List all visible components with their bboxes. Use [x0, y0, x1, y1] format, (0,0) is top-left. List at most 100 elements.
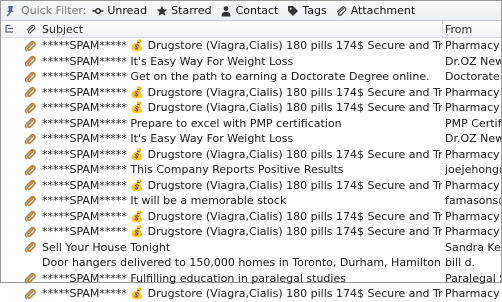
message-from: Pharmacy — [445, 39, 500, 53]
message-subject: *****SPAM***** 💰 Drugstore (Viagra,Ciali… — [42, 101, 442, 115]
filter-contact-label: Contact — [235, 4, 279, 17]
message-from: Pharmacy — [445, 178, 500, 192]
attachment-cell — [18, 102, 42, 114]
filter-starred-label: Starred — [171, 4, 212, 17]
message-from: Sandra Kerry — [445, 240, 501, 254]
attachment-icon — [24, 118, 36, 129]
attachment-cell — [18, 133, 42, 145]
message-row[interactable]: *****SPAM***** Get on the path to earnin… — [1, 69, 501, 85]
message-from: famasons@bi — [445, 194, 501, 208]
from-column-header[interactable]: From — [442, 21, 501, 37]
attachment-cell — [18, 226, 42, 238]
filter-unread-label: Unread — [107, 4, 148, 17]
message-subject: *****SPAM***** 💰 Drugstore (Viagra,Ciali… — [42, 147, 442, 161]
attachment-cell — [18, 148, 42, 160]
message-subject: *****SPAM***** 💰 Drugstore (Viagra,Ciali… — [42, 287, 442, 301]
attachment-cell — [18, 40, 42, 52]
attachment-icon — [24, 180, 36, 191]
thread-icon — [4, 24, 13, 33]
message-row[interactable]: *****SPAM***** It's Easy Way For Weight … — [1, 54, 501, 70]
message-subject: *****SPAM***** It will be a memorable st… — [42, 194, 287, 208]
message-row[interactable]: *****SPAM***** 💰 Drugstore (Viagra,Ciali… — [1, 147, 501, 163]
message-row[interactable]: *****SPAM***** 💰 Drugstore (Viagra,Ciali… — [1, 85, 501, 101]
tag-icon — [286, 4, 299, 17]
message-subject: *****SPAM***** 💰 Drugstore (Viagra,Ciali… — [42, 39, 442, 53]
message-row[interactable]: *****SPAM***** It's Easy Way For Weight … — [1, 131, 501, 147]
filter-contact-button[interactable]: Contact — [220, 4, 279, 17]
message-row[interactable]: *****SPAM***** 💰 Drugstore (Viagra,Ciali… — [1, 38, 501, 54]
message-row[interactable]: *****SPAM***** 💰 Drugstore (Viagra,Ciali… — [1, 100, 501, 116]
unread-icon — [91, 4, 104, 17]
message-subject: *****SPAM***** Prepare to excel with PMP… — [42, 116, 342, 130]
message-row[interactable]: Door hangers delivered to 150,000 homes … — [1, 255, 501, 271]
attachment-cell — [18, 210, 42, 222]
attachment-icon — [24, 102, 36, 114]
attachment-cell — [18, 71, 42, 83]
attachment-cell — [18, 179, 42, 191]
message-from: Pharmacy — [445, 225, 500, 239]
filter-tags-button[interactable]: Tags — [286, 4, 327, 17]
attachment-icon — [24, 273, 36, 284]
message-subject: *****SPAM***** 💰 Drugstore (Viagra,Ciali… — [42, 178, 442, 192]
message-from: Dr.OZ News — [445, 132, 501, 146]
message-from: Pharmacy — [445, 147, 500, 161]
filter-starred-button[interactable]: Starred — [155, 4, 212, 17]
message-from: PMP Certificat — [445, 116, 501, 130]
message-row[interactable]: *****SPAM***** 💰 Drugstore (Viagra,Ciali… — [1, 224, 501, 240]
attachment-icon — [24, 242, 36, 253]
quick-filter-label: Quick Filter: — [21, 4, 87, 17]
attachment-icon — [24, 164, 36, 176]
message-list: *****SPAM***** 💰 Drugstore (Viagra,Ciali… — [1, 38, 501, 302]
message-from: Dr.OZ News — [445, 54, 501, 68]
contact-icon — [220, 4, 233, 17]
attachment-icon — [24, 195, 36, 207]
message-row[interactable]: *****SPAM***** 💰 Drugstore (Viagra,Ciali… — [1, 178, 501, 194]
filter-unread-button[interactable]: Unread — [91, 4, 147, 17]
attachment-cell — [18, 241, 42, 253]
attachment-icon — [24, 87, 36, 98]
message-subject: *****SPAM***** 💰 Drugstore (Viagra,Ciali… — [42, 85, 442, 99]
thread-column-header[interactable] — [1, 21, 18, 37]
attachment-cell — [18, 86, 42, 98]
message-subject: Sell Your House Tonight — [42, 240, 171, 254]
message-subject: *****SPAM***** This Company Reports Posi… — [42, 163, 344, 177]
message-row[interactable]: *****SPAM***** It will be a memorable st… — [1, 193, 501, 209]
attachment-cell — [18, 195, 42, 207]
message-from: Doctorate Deg — [445, 70, 501, 84]
attachment-icon — [24, 288, 36, 300]
message-subject: Door hangers delivered to 150,000 homes … — [42, 256, 442, 270]
attachment-cell — [18, 272, 42, 284]
message-subject: *****SPAM***** It's Easy Way For Weight … — [42, 132, 294, 146]
message-from: bill d. — [445, 256, 476, 270]
attachment-icon — [24, 149, 36, 160]
message-row[interactable]: Sell Your House Tonight Sandra Kerry — [1, 240, 501, 256]
attachment-column-header[interactable] — [18, 21, 42, 37]
filter-tags-label: Tags — [302, 4, 327, 17]
attachment-icon — [24, 40, 36, 52]
message-row[interactable]: *****SPAM***** Fulfilling education in p… — [1, 271, 501, 287]
message-subject: *****SPAM***** 💰 Drugstore (Viagra,Ciali… — [42, 209, 442, 223]
attachment-icon — [24, 226, 36, 238]
message-from: joejehong@go — [445, 163, 501, 177]
subject-column-header[interactable]: Subject — [42, 21, 442, 37]
message-row[interactable]: *****SPAM***** Prepare to excel with PMP… — [1, 116, 501, 132]
message-subject: *****SPAM***** Get on the path to earnin… — [42, 70, 430, 84]
message-row[interactable]: *****SPAM***** 💰 Drugstore (Viagra,Ciali… — [1, 286, 501, 302]
message-from: Pharmacy — [445, 287, 500, 301]
attachment-cell — [18, 55, 42, 67]
attachment-icon — [24, 71, 36, 83]
star-icon — [155, 4, 168, 17]
message-row[interactable]: *****SPAM***** This Company Reports Posi… — [1, 162, 501, 178]
pin-icon[interactable] — [1, 1, 21, 20]
paperclip-icon — [26, 24, 35, 34]
message-row[interactable]: *****SPAM***** 💰 Drugstore (Viagra,Ciali… — [1, 209, 501, 225]
message-subject: *****SPAM***** It's Easy Way For Weight … — [42, 54, 294, 68]
attachment-icon — [24, 211, 36, 222]
message-from: Pharmacy — [445, 209, 500, 223]
attachment-cell — [18, 164, 42, 176]
filter-attachment-label: Attachment — [350, 4, 416, 17]
quick-filter-bar: Quick Filter: Unread Starred Contact Tag… — [1, 1, 501, 21]
attachment-cell — [18, 117, 42, 129]
filter-attachment-button[interactable]: Attachment — [335, 4, 416, 17]
attachment-cell — [18, 288, 42, 300]
